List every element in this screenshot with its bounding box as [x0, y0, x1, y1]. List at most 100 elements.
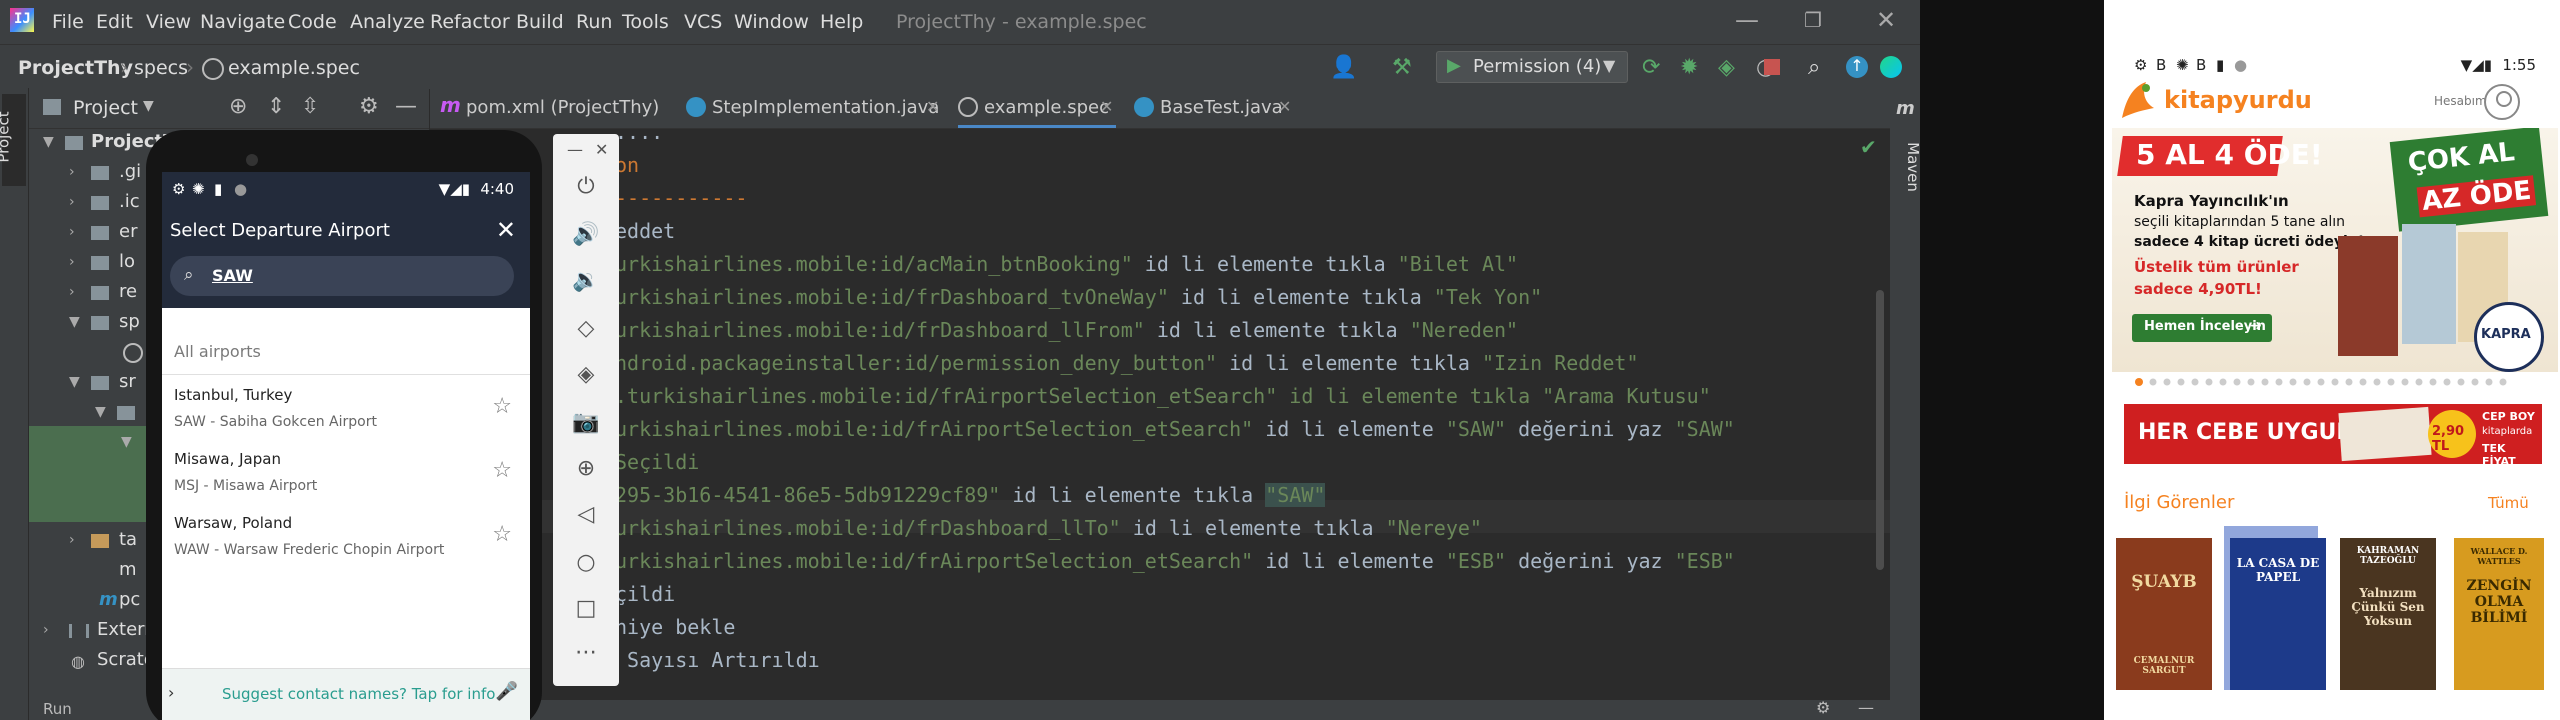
- build-icon[interactable]: ⚒: [1392, 55, 1412, 80]
- menu-help[interactable]: Help: [820, 11, 863, 33]
- star-icon[interactable]: ☆: [492, 394, 512, 419]
- price-label: 2,90 TL: [2432, 424, 2465, 454]
- project-tool-tab[interactable]: Project: [0, 94, 26, 186]
- kitapyurdu-logo-icon[interactable]: [2116, 78, 2160, 122]
- book-card-la-casa-de-papel[interactable]: LA CASA DE PAPEL: [2230, 538, 2326, 690]
- minimize-icon[interactable]: —: [567, 140, 583, 159]
- close-tab-icon[interactable]: ✕: [926, 97, 939, 116]
- run-tool-tab[interactable]: Run: [43, 700, 72, 718]
- restore-button[interactable]: ❐: [1804, 8, 1822, 32]
- breadcrumb-file[interactable]: example.spec: [228, 57, 360, 79]
- user-icon[interactable]: 👤: [1330, 55, 1357, 80]
- menu-navigate[interactable]: Navigate: [200, 11, 285, 33]
- keyboard-suggestion-bar[interactable]: › Suggest contact names? Tap for info. 🎤: [162, 668, 530, 720]
- promo-banner-cep-boy[interactable]: HER CEBE UYGUN! 2,90 TL CEP BOY kitaplar…: [2124, 404, 2542, 468]
- library-icon: [69, 624, 89, 638]
- overview-icon[interactable]: □: [553, 596, 619, 621]
- airport-search-input[interactable]: ⌕ SAW: [170, 256, 514, 296]
- menu-file[interactable]: File: [52, 11, 84, 33]
- tree-item-label: m: [119, 559, 137, 580]
- plugin-icon[interactable]: [1880, 56, 1902, 78]
- back-icon[interactable]: ◁: [553, 502, 619, 527]
- debug-icon[interactable]: ✹: [1680, 55, 1698, 80]
- hide-icon[interactable]: —: [1858, 698, 1874, 717]
- book-card-zengin-olma-bilimi[interactable]: WALLACE D. WATTLES ZENGİN OLMA BİLİMİ: [2454, 538, 2544, 690]
- more-icon[interactable]: ⋯: [553, 640, 619, 665]
- coverage-icon[interactable]: ◈: [1718, 55, 1735, 80]
- code-token: "SAW": [1674, 417, 1735, 441]
- star-icon[interactable]: ☆: [492, 458, 512, 483]
- code-token: "Nereden": [1409, 318, 1519, 342]
- gear-icon[interactable]: ⚙: [359, 94, 379, 119]
- menu-window[interactable]: Window: [734, 11, 809, 33]
- expand-all-icon[interactable]: ⇕: [267, 94, 285, 119]
- tab-step-implementation[interactable]: StepImplementation.java ✕: [686, 88, 944, 128]
- menu-refactor[interactable]: Refactor: [430, 11, 510, 33]
- search-icon[interactable]: ⌕: [1808, 55, 1820, 80]
- menu-view[interactable]: View: [146, 11, 191, 33]
- promo-extra1: Üstelik tüm ürünler: [2134, 258, 2299, 276]
- airport-item[interactable]: Warsaw, Poland WAW - Warsaw Frederic Cho…: [162, 506, 530, 570]
- volume-up-icon[interactable]: 🔊: [553, 222, 619, 247]
- minimize-button[interactable]: —: [1735, 6, 1759, 34]
- stop-icon[interactable]: [1764, 59, 1780, 75]
- power-icon[interactable]: ⏻: [553, 174, 619, 199]
- menu-tools[interactable]: Tools: [622, 11, 669, 33]
- airport-item[interactable]: Misawa, Japan MSJ - Misawa Airport ☆: [162, 442, 530, 506]
- home-icon[interactable]: ○: [553, 550, 619, 575]
- code-token: niye bekle: [615, 615, 736, 639]
- close-button[interactable]: ✕: [1876, 6, 1896, 34]
- account-label[interactable]: Hesabım: [2434, 94, 2487, 108]
- maven-icon[interactable]: m: [1896, 98, 1915, 119]
- java-class-icon: [686, 97, 706, 117]
- close-tab-icon[interactable]: ✕: [1100, 97, 1113, 116]
- breadcrumb-specs[interactable]: specs: [134, 57, 188, 79]
- menu-build[interactable]: Build: [516, 11, 564, 33]
- intellij-logo-icon: IJ: [10, 8, 34, 32]
- promo-cta-button[interactable]: Hemen İnceleyin ➜: [2132, 314, 2272, 342]
- star-icon[interactable]: ☆: [492, 522, 512, 547]
- brand-name[interactable]: kitapyurdu: [2164, 86, 2312, 114]
- kapra-logo: KAPRA: [2474, 302, 2544, 372]
- menu-run[interactable]: Run: [576, 11, 612, 33]
- rerun-icon[interactable]: ⟳: [1642, 55, 1660, 80]
- collapse-all-icon[interactable]: ⇳: [301, 94, 319, 119]
- rotate-left-icon[interactable]: ◇: [553, 316, 619, 341]
- volume-down-icon[interactable]: 🔉: [553, 268, 619, 293]
- account-avatar-icon[interactable]: [2484, 84, 2520, 120]
- update-icon[interactable]: ↑: [1846, 56, 1868, 78]
- locate-icon[interactable]: ⊕: [229, 94, 247, 119]
- book-card-yalnizim[interactable]: KAHRAMAN TAZEOĞLU Yalnızım Çünkü Sen Yok…: [2340, 538, 2436, 690]
- menu-vcs[interactable]: VCS: [684, 11, 722, 33]
- book-card-suayb[interactable]: ŞUAYB CEMALNUR SARGUT: [2116, 538, 2212, 690]
- menu-analyze[interactable]: Analyze: [350, 11, 425, 33]
- camera-icon[interactable]: 📷: [553, 410, 619, 435]
- close-tab-icon[interactable]: ✕: [1278, 97, 1291, 116]
- promo-banner-kapra[interactable]: 5 AL 4 ÖDE! Kapra Yayıncılık'ın seçili k…: [2112, 128, 2558, 372]
- chevron-right-icon[interactable]: ›: [168, 683, 174, 702]
- tab-base-test[interactable]: BaseTest.java ✕: [1134, 88, 1294, 128]
- tab-example-spec[interactable]: example.spec ✕: [958, 88, 1116, 128]
- carousel-dots[interactable]: [2134, 372, 2514, 386]
- hide-panel-icon[interactable]: —: [395, 94, 417, 119]
- kitapyurdu-phone-screen[interactable]: ⚙ B ✺ B ▮ ● ▼◢▮ 1:55 kitapyurdu Hesabım …: [2104, 0, 2560, 720]
- maven-tool-tab[interactable]: Maven: [1904, 142, 1920, 192]
- section-all-link[interactable]: Tümü: [2488, 494, 2529, 512]
- close-icon[interactable]: ✕: [496, 216, 516, 244]
- emulator-screen[interactable]: ⚙ ✺ ▮ ● ▼◢▮ 4:40 Select Departure Airpor…: [162, 172, 530, 720]
- microphone-icon[interactable]: 🎤: [496, 681, 518, 702]
- editor-scrollbar[interactable]: [1876, 290, 1884, 570]
- breadcrumb-project[interactable]: ProjectThy: [18, 57, 133, 79]
- zoom-icon[interactable]: ⊕: [553, 456, 619, 481]
- chevron-down-icon[interactable]: ▼: [143, 98, 154, 114]
- close-icon[interactable]: ✕: [595, 140, 608, 159]
- airport-item[interactable]: Istanbul, Turkey SAW - Sabiha Gokcen Air…: [162, 378, 530, 442]
- menu-code[interactable]: Code: [288, 11, 337, 33]
- rotate-right-icon[interactable]: ◈: [553, 362, 619, 387]
- gear-icon[interactable]: ⚙: [1816, 698, 1830, 717]
- run-configuration-select[interactable]: ▶ Permission (4) ▼: [1436, 51, 1628, 83]
- suggestion-text[interactable]: Suggest contact names? Tap for info.: [222, 685, 500, 703]
- project-panel-title[interactable]: Project: [73, 97, 138, 119]
- promo-publisher: Kapra Yayıncılık'ın: [2134, 192, 2289, 210]
- menu-edit[interactable]: Edit: [96, 11, 133, 33]
